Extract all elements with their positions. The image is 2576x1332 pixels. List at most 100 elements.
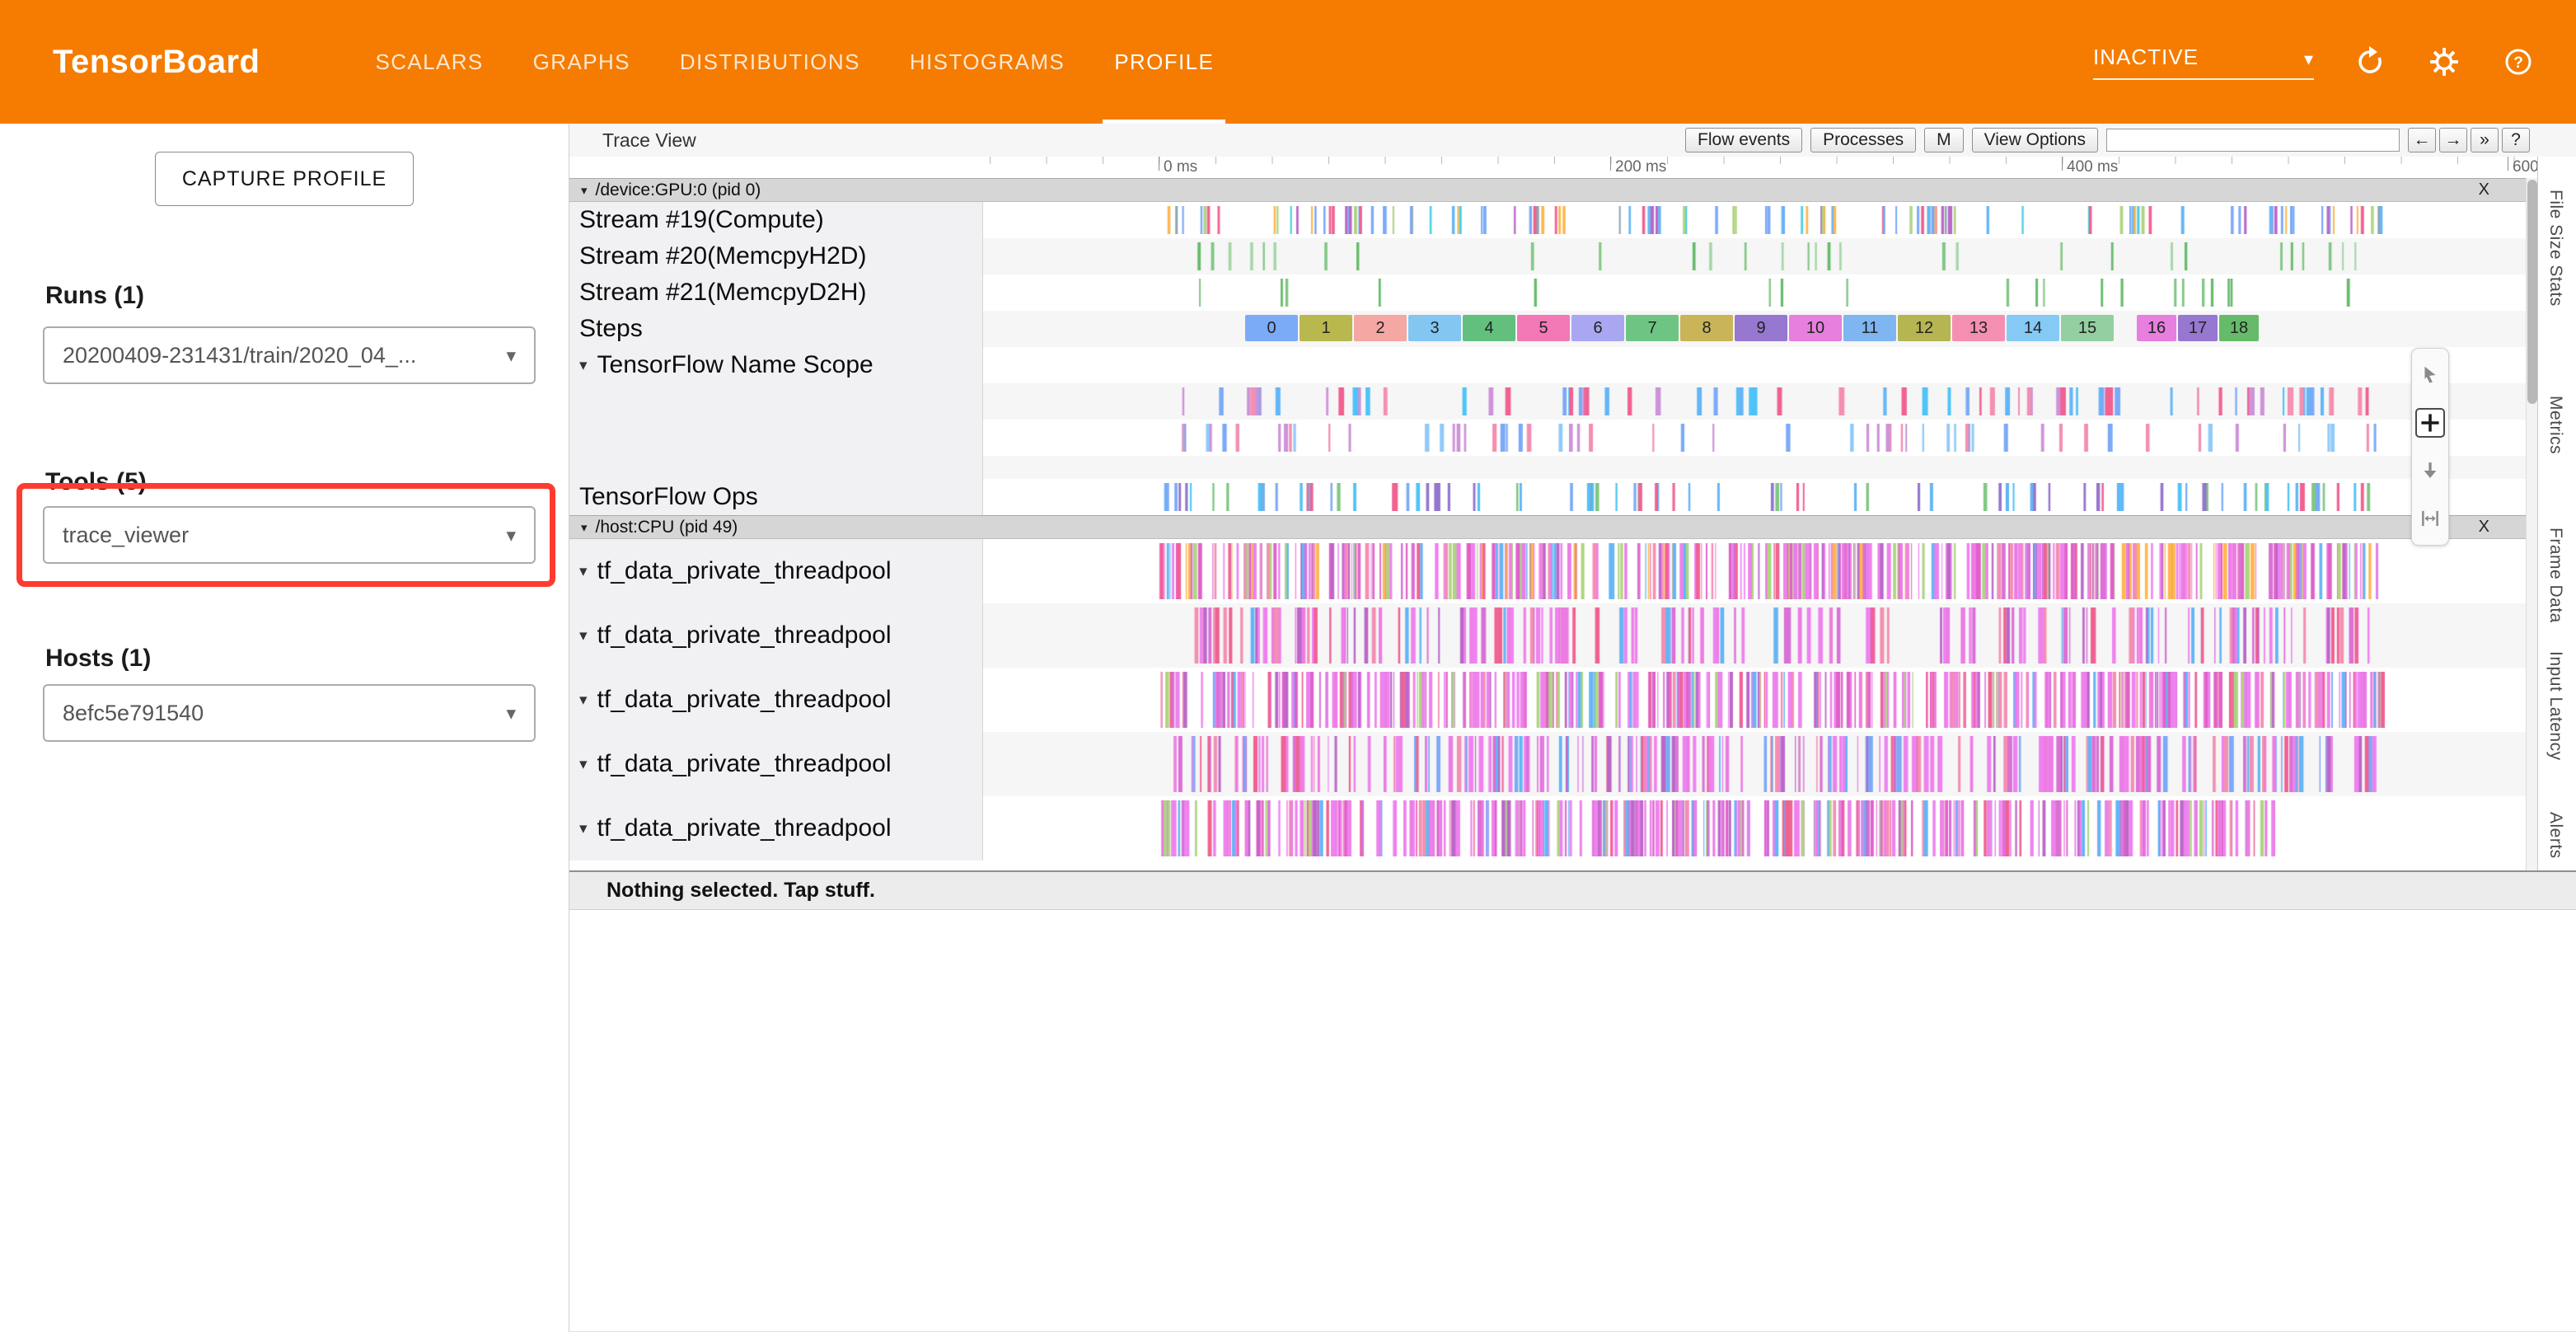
- trace-search-input[interactable]: [2106, 129, 2400, 152]
- section-expander-icon[interactable]: ▾: [581, 520, 588, 535]
- tab-graphs[interactable]: GRAPHS: [508, 0, 655, 124]
- trace-track[interactable]: [983, 238, 2539, 274]
- toolbar-nav-button[interactable]: »: [2471, 128, 2499, 152]
- step-slice-11[interactable]: 11: [1843, 315, 1896, 341]
- trace-track[interactable]: [983, 347, 2539, 383]
- close-icon[interactable]: X: [2479, 518, 2489, 537]
- step-slice-4[interactable]: 4: [1463, 315, 1515, 341]
- row-expander-icon[interactable]: ▾: [579, 356, 588, 375]
- step-slice-5[interactable]: 5: [1517, 315, 1570, 341]
- status-dropdown[interactable]: INACTIVE ▾: [2093, 45, 2314, 80]
- tab-histograms[interactable]: HISTOGRAMS: [885, 0, 1089, 124]
- step-slice-8[interactable]: 8: [1680, 315, 1733, 341]
- trace-track[interactable]: [983, 668, 2539, 732]
- settings-gear-icon[interactable]: [2426, 44, 2462, 80]
- step-slice-10[interactable]: 10: [1789, 315, 1842, 341]
- trace-toolbar: Trace View Flow events Processes M View Opt…: [569, 124, 2576, 157]
- row-label: ▾ tf_data_private_threadpool: [569, 668, 983, 732]
- vertical-scrollbar[interactable]: [2526, 178, 2538, 870]
- tools-dropdown[interactable]: trace_viewer ▾: [43, 506, 536, 564]
- trace-marks-canvas: [983, 387, 2539, 415]
- row-label-text: Stream #19(Compute): [579, 206, 824, 234]
- side-tab-frame-data[interactable]: Frame Data: [2546, 528, 2565, 623]
- trace-toolbar-buttons: Flow events Processes M View Options: [1685, 128, 2098, 152]
- select-tool-icon[interactable]: [2415, 360, 2445, 390]
- toolbar-nav-button[interactable]: ←: [2408, 128, 2436, 152]
- trace-marks-canvas: [983, 672, 2539, 728]
- step-slice-14[interactable]: 14: [2007, 315, 2059, 341]
- hosts-heading: Hosts (1): [45, 645, 151, 673]
- toolbar-button-view-options[interactable]: View Options: [1972, 128, 2098, 152]
- trace-track[interactable]: [983, 479, 2539, 515]
- trace-track[interactable]: [983, 539, 2539, 603]
- toolbar-nav-button[interactable]: ?: [2502, 128, 2530, 152]
- row-expander-icon[interactable]: ▾: [579, 562, 588, 581]
- step-slice-1[interactable]: 1: [1300, 315, 1352, 341]
- trace-track[interactable]: 0123456789101112131415161718: [983, 311, 2539, 347]
- trace-track[interactable]: [983, 732, 2539, 796]
- pan-tool-icon[interactable]: [2415, 456, 2445, 485]
- zoom-tool-icon[interactable]: [2415, 408, 2445, 438]
- toolbar-button-m[interactable]: M: [1924, 128, 1964, 152]
- step-slice-3[interactable]: 3: [1408, 315, 1461, 341]
- runs-dropdown[interactable]: 20200409-231431/train/2020_04_... ▾: [43, 326, 536, 384]
- chevron-down-icon: ▾: [506, 524, 516, 546]
- trace-marks-canvas: [983, 607, 2539, 664]
- scrollbar-thumb[interactable]: [2527, 180, 2537, 404]
- side-tab-input-latency[interactable]: Input Latency: [2546, 651, 2565, 761]
- help-icon[interactable]: ?: [2500, 44, 2536, 80]
- process-header-device-gpu-0-pid-0[interactable]: ▾/device:GPU:0 (pid 0)X: [569, 178, 2539, 202]
- side-tab-file-size-stats[interactable]: File Size Stats: [2546, 190, 2565, 307]
- trace-track[interactable]: [983, 383, 2539, 420]
- row-label: Stream #19(Compute): [569, 202, 983, 238]
- row-expander-icon[interactable]: ▾: [579, 626, 588, 645]
- row-label-text: Steps: [579, 315, 643, 343]
- header-right: INACTIVE ▾: [2093, 0, 2536, 124]
- trace-track[interactable]: [983, 796, 2539, 861]
- hosts-dropdown[interactable]: 8efc5e791540 ▾: [43, 684, 536, 742]
- step-slice-6[interactable]: 6: [1571, 315, 1624, 341]
- row-label-text: tf_data_private_threadpool: [597, 621, 892, 650]
- row-label-text: tf_data_private_threadpool: [597, 814, 892, 842]
- timing-tool-icon[interactable]: [2415, 504, 2445, 533]
- step-slice-18[interactable]: 18: [2219, 315, 2259, 341]
- side-tab-alerts[interactable]: Alerts: [2546, 812, 2565, 859]
- side-tab-metrics[interactable]: Metrics: [2546, 396, 2565, 454]
- step-slice-12[interactable]: 12: [1898, 315, 1951, 341]
- chevron-down-icon: ▾: [506, 702, 516, 725]
- trace-row: ▾ tf_data_private_threadpool: [569, 603, 2539, 668]
- trace-rows: ▾/device:GPU:0 (pid 0)X Stream #19(Comput…: [569, 178, 2539, 870]
- row-label-text: tf_data_private_threadpool: [597, 686, 892, 714]
- step-slice-2[interactable]: 2: [1354, 315, 1407, 341]
- trace-track[interactable]: [983, 603, 2539, 668]
- section-expander-icon[interactable]: ▾: [581, 183, 588, 198]
- tab-profile[interactable]: PROFILE: [1089, 0, 1239, 124]
- row-expander-icon[interactable]: ▾: [579, 691, 588, 710]
- step-slice-13[interactable]: 13: [1952, 315, 2005, 341]
- detail-panel: [569, 910, 2576, 1332]
- row-expander-icon[interactable]: ▾: [579, 755, 588, 774]
- refresh-icon[interactable]: [2352, 44, 2388, 80]
- tab-distributions[interactable]: DISTRIBUTIONS: [655, 0, 885, 124]
- toolbar-button-processes[interactable]: Processes: [1810, 128, 1916, 152]
- step-slice-15[interactable]: 15: [2061, 315, 2114, 341]
- step-slice-9[interactable]: 9: [1735, 315, 1787, 341]
- step-slice-0[interactable]: 0: [1245, 315, 1298, 341]
- capture-profile-button[interactable]: CAPTURE PROFILE: [155, 152, 414, 206]
- trace-row: [569, 456, 2539, 479]
- process-header-host-cpu-pid-49[interactable]: ▾/host:CPU (pid 49)X: [569, 515, 2539, 539]
- trace-track[interactable]: [983, 202, 2539, 238]
- trace-track[interactable]: [983, 274, 2539, 311]
- trace-view-title: Trace View: [602, 129, 696, 152]
- step-slice-16[interactable]: 16: [2137, 315, 2176, 341]
- row-expander-icon[interactable]: ▾: [579, 819, 588, 838]
- step-slice-17[interactable]: 17: [2178, 315, 2218, 341]
- step-slice-7[interactable]: 7: [1626, 315, 1679, 341]
- tab-scalars[interactable]: SCALARS: [350, 0, 508, 124]
- toolbar-button-flow-events[interactable]: Flow events: [1685, 128, 1802, 152]
- trace-track[interactable]: [983, 456, 2539, 479]
- toolbar-nav-button[interactable]: →: [2439, 128, 2467, 152]
- trace-track[interactable]: [983, 420, 2539, 456]
- close-icon[interactable]: X: [2479, 181, 2489, 199]
- ruler-track[interactable]: 0 ms200 ms400 ms600: [983, 157, 2539, 178]
